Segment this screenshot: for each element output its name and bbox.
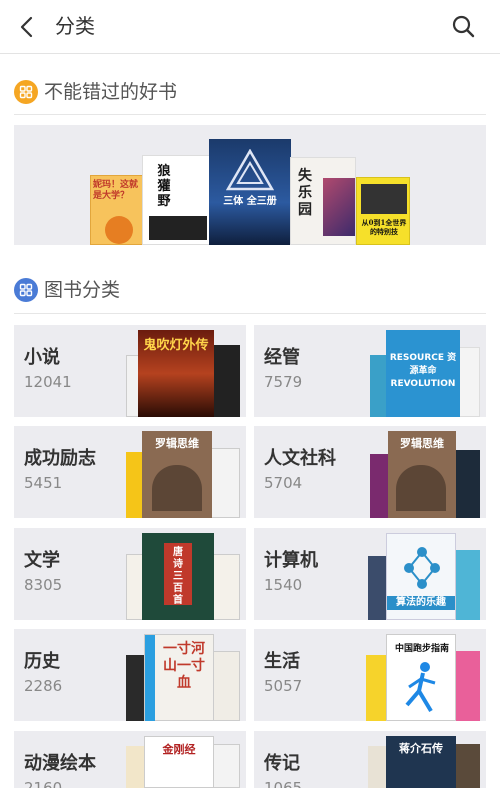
category-section-header: 图书分类 — [14, 276, 486, 306]
search-icon — [452, 15, 475, 38]
category-cover-stack: 一寸河山一寸血 — [126, 634, 246, 721]
back-button[interactable] — [12, 12, 42, 42]
divider — [14, 313, 486, 314]
category-cover-stack: 罗辑思维 — [366, 431, 486, 518]
category-cover-title: 蒋介石传 — [399, 742, 443, 755]
category-count: 8305 — [24, 576, 63, 594]
category-name: 传记 — [264, 753, 300, 774]
category-count: 2160 — [24, 779, 63, 788]
category-cover-title: 唐诗三百首 — [173, 547, 183, 606]
category-count: 5451 — [24, 474, 63, 492]
category-count: 7579 — [264, 373, 303, 391]
featured-cover-2: 狼獾野 — [142, 155, 212, 245]
category-cover-stack: 鬼吹灯外传 — [126, 330, 246, 417]
category-cover-stack: 金刚经 — [126, 736, 246, 788]
category-card-history[interactable]: 历史 2286 一寸河山一寸血 — [14, 629, 246, 721]
featured-cover-3-title: 三体 全三册 — [223, 196, 277, 207]
category-name: 历史 — [24, 651, 60, 672]
category-name: 人文社科 — [264, 448, 336, 469]
top-bar: 分类 — [0, 0, 500, 54]
category-card-success[interactable]: 成功励志 5451 罗辑思维 — [14, 426, 246, 518]
category-cover-title: 算法的乐趣 — [387, 596, 455, 610]
featured-banner[interactable]: 妮玛！这就是大学？ 狼獾野 三体 全三册 失乐园 从0到1全世界的特别技 — [14, 125, 486, 245]
grid-icon — [14, 80, 38, 104]
featured-cover-5: 从0到1全世界的特别技 — [356, 177, 410, 245]
category-cover-stack: 中国跑步指南 — [366, 634, 486, 721]
category-count: 12041 — [24, 373, 72, 391]
featured-cover-1: 妮玛！这就是大学？ — [90, 175, 146, 245]
category-count: 1540 — [264, 576, 303, 594]
category-cover-stack: 唐诗三百首 — [126, 533, 246, 620]
category-card-computer[interactable]: 计算机 1540 算法的乐趣 — [254, 528, 486, 620]
featured-section-header: 不能错过的好书 — [14, 78, 486, 108]
category-cover-title: RESOURCE 资源革命 REVOLUTION — [389, 353, 457, 389]
chevron-left-icon — [20, 16, 33, 38]
category-cover-title: 罗辑思维 — [155, 437, 199, 450]
category-cover-stack: 罗辑思维 — [126, 431, 246, 518]
category-count: 5704 — [264, 474, 303, 492]
category-cover-title: 鬼吹灯外传 — [143, 338, 209, 353]
featured-cover-1-title: 妮玛！这就是大学？ — [93, 180, 139, 201]
search-button[interactable] — [450, 13, 478, 41]
category-cover-title: 一寸河山一寸血 — [163, 641, 205, 691]
category-name: 动漫绘本 — [24, 753, 96, 774]
category-count: 5057 — [264, 677, 303, 695]
category-name: 文学 — [24, 550, 60, 571]
category-card-humanities[interactable]: 人文社科 5704 罗辑思维 — [254, 426, 486, 518]
page-title: 分类 — [55, 14, 95, 38]
featured-cover-3: 三体 全三册 — [209, 139, 291, 245]
category-cover-stack: 算法的乐趣 — [366, 533, 486, 620]
featured-cover-5-title: 从0到1全世界的特别技 — [361, 218, 407, 236]
featured-section-title: 不能错过的好书 — [44, 81, 178, 103]
category-card-biography[interactable]: 传记 1065 蒋介石传 — [254, 731, 486, 788]
category-name: 小说 — [24, 347, 60, 368]
grid-icon — [14, 278, 38, 302]
featured-cover-4-title: 失乐园 — [298, 168, 312, 218]
category-card-novel[interactable]: 小说 12041 鬼吹灯外传 — [14, 325, 246, 417]
featured-cover-4: 失乐园 — [290, 157, 356, 245]
featured-cover-2-title: 狼獾野 — [157, 164, 171, 209]
category-section-title: 图书分类 — [44, 279, 121, 301]
category-name: 成功励志 — [24, 448, 96, 469]
category-card-life[interactable]: 生活 5057 中国跑步指南 — [254, 629, 486, 721]
category-card-literature[interactable]: 文学 8305 唐诗三百首 — [14, 528, 246, 620]
category-name: 经管 — [264, 347, 300, 368]
category-cover-title: 金刚经 — [162, 743, 196, 756]
category-cover-stack: RESOURCE 资源革命 REVOLUTION — [366, 330, 486, 417]
category-name: 计算机 — [264, 550, 318, 571]
category-card-comics[interactable]: 动漫绘本 2160 金刚经 — [14, 731, 246, 788]
category-count: 2286 — [24, 677, 63, 695]
category-cover-stack: 蒋介石传 — [366, 736, 486, 788]
category-cover-title: 罗辑思维 — [400, 437, 444, 450]
category-card-business[interactable]: 经管 7579 RESOURCE 资源革命 REVOLUTION — [254, 325, 486, 417]
category-cover-title: 中国跑步指南 — [394, 644, 449, 654]
category-count: 1065 — [264, 779, 303, 788]
category-name: 生活 — [264, 651, 300, 672]
divider — [14, 114, 486, 115]
